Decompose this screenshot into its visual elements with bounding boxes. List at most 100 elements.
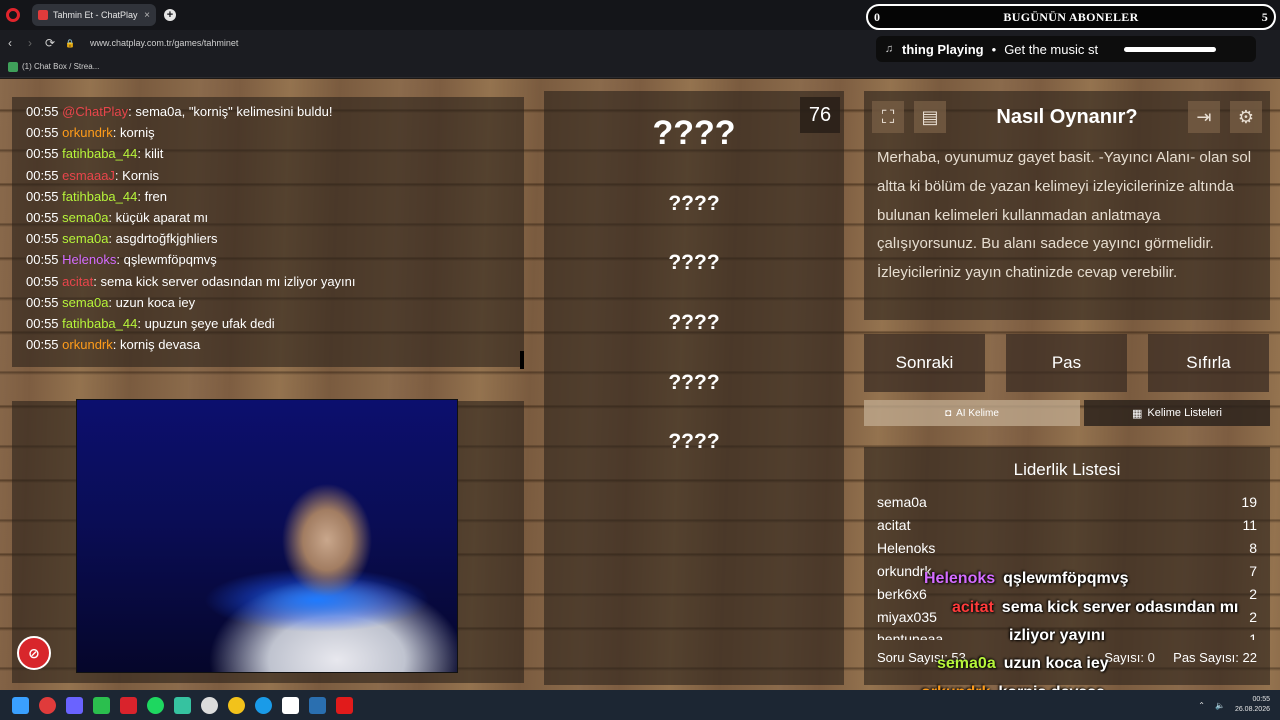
chat-username: Helenoks <box>62 252 117 268</box>
app-green-icon[interactable] <box>174 696 191 714</box>
whatsapp-icon[interactable] <box>93 696 110 714</box>
leaderboard-score: 2 <box>1249 609 1257 625</box>
next-button[interactable]: Sonraki <box>864 334 985 392</box>
reload-button[interactable]: ⟳ <box>40 36 60 50</box>
chat-username: sema0a <box>62 231 109 247</box>
leaderboard-name: sema0a <box>877 494 927 510</box>
new-tab-button[interactable]: + <box>164 9 176 21</box>
opera-taskbar-icon[interactable] <box>39 696 56 714</box>
leaderboard-score: 7 <box>1249 563 1257 579</box>
tray-chevron-icon[interactable]: ⌃ <box>1198 701 1205 710</box>
leaderboard-name: acitat <box>877 517 911 533</box>
chat-scrollbar[interactable] <box>520 351 524 369</box>
robot-icon: ◘ <box>945 407 952 419</box>
edge-icon[interactable] <box>255 696 272 714</box>
word-lists-label: Kelime Listeleri <box>1147 407 1222 419</box>
back-button[interactable]: ‹ <box>0 36 20 50</box>
leaderboard-score: 1 <box>1249 631 1257 640</box>
howto-text: Merhaba, oyunumuz gayet basit. -Yayıncı … <box>877 149 1252 282</box>
record-stop-button[interactable]: ⊘ <box>17 636 51 670</box>
chat-message: 00:55 esmaaaJ: Kornis <box>26 165 510 186</box>
lock-icon: 🔒 <box>65 38 75 48</box>
chat-message: 00:55 fatihbaba_44: fren <box>26 186 510 207</box>
browser-tab[interactable]: Tahmin Et - ChatPlay × <box>32 4 156 26</box>
forbidden-word: ???? <box>668 192 720 215</box>
ai-word-button[interactable]: ◘ AI Kelime <box>864 400 1080 426</box>
chat-username: @ChatPlay <box>62 104 129 119</box>
separator-dot: • <box>991 41 997 57</box>
opera-logo-icon[interactable] <box>6 8 20 22</box>
leaderboard-score: 11 <box>1242 517 1257 533</box>
forbidden-word: ???? <box>668 251 720 274</box>
settings-gear-icon[interactable]: ⚙ <box>1230 101 1262 133</box>
chat-message: 00:55 @ChatPlay: sema0a, "korniş" kelime… <box>26 101 510 122</box>
pass-count: Pas Sayısı: 22 <box>1173 650 1257 665</box>
chat-username: orkundrk <box>62 125 113 141</box>
chat-lines: 00:55 @ChatPlay: sema0a, "korniş" kelime… <box>26 101 510 355</box>
chat-message: 00:55 fatihbaba_44: kilit <box>26 143 510 164</box>
chat-time: 00:55 <box>26 316 59 332</box>
forbidden-word: ???? <box>668 371 720 394</box>
windows-taskbar: ⌃ 🔈 00:55 26.08.2026 <box>0 690 1280 720</box>
windows-start-icon[interactable] <box>12 696 29 714</box>
forward-button[interactable]: › <box>20 36 40 50</box>
bookmark-chatbox[interactable]: (1) Chat Box / Strea... <box>22 62 99 71</box>
leaderboard-name: miyax035 <box>877 609 937 625</box>
youtube-icon[interactable] <box>336 696 353 714</box>
close-tab-icon[interactable]: × <box>144 10 150 21</box>
chat-text: : korniş devasa <box>112 337 201 353</box>
clock-time: 00:55 <box>1252 696 1270 703</box>
chat-username: esmaaaJ <box>62 167 115 183</box>
pass-button[interactable]: Pas <box>1006 334 1127 392</box>
spotify-icon[interactable] <box>147 696 164 714</box>
chat-message: 00:55 Helenoks: qşlewmföpqmvş <box>26 249 510 270</box>
volume-icon[interactable]: 🔈 <box>1215 701 1225 710</box>
chat-text: : sema0a, "korniş" kelimesini buldu! <box>128 104 333 119</box>
chat-username: fatihbaba_44 <box>62 146 138 162</box>
chat-time: 00:55 <box>26 252 59 268</box>
leaderboard-row: sema0a 19 <box>877 494 1257 510</box>
clock[interactable]: 00:55 26.08.2026 <box>1235 695 1270 715</box>
obs-icon[interactable] <box>201 696 218 714</box>
webcam-feed <box>76 399 458 673</box>
word-lists-button[interactable]: ▦ Kelime Listeleri <box>1084 400 1270 426</box>
leaderboard-name: bentuneaa <box>877 631 944 640</box>
chat-message: 00:55 orkundrk: korniş devasa <box>26 334 510 355</box>
leaderboard-score: 8 <box>1249 540 1257 556</box>
overlay-chat-username: acitat <box>952 599 994 616</box>
chat-time: 00:55 <box>26 273 59 289</box>
chat-message: 00:55 acitat: sema kick server odasından… <box>26 271 510 292</box>
howto-title: Nasıl Oynanır? <box>996 106 1138 128</box>
steam-icon[interactable] <box>309 696 326 714</box>
leaderboard-row: Helenoks 8 <box>877 540 1257 556</box>
chat-time: 00:55 <box>26 294 59 310</box>
chrome-icon[interactable] <box>228 696 245 714</box>
subscriber-bar: 0 BUGÜNÜN ABONELER 5 <box>866 4 1276 30</box>
main-word: ???? <box>652 114 736 152</box>
chat-message: 00:55 sema0a: asgdrtoğfkjghliers <box>26 228 510 249</box>
fullscreen-icon[interactable]: ⛶ <box>872 101 904 133</box>
chat-time: 00:55 <box>26 188 59 204</box>
bookmark-icon <box>8 61 18 72</box>
chat-time: 00:55 <box>26 167 59 183</box>
leaderboard-score: 2 <box>1249 586 1257 602</box>
discord-icon[interactable] <box>66 696 83 714</box>
app-red-icon[interactable] <box>120 696 137 714</box>
reset-button[interactable]: Sıfırla <box>1148 334 1269 392</box>
overlay-chat-message: sema0a uzun koca iey <box>937 655 1109 673</box>
forbidden-word: ???? <box>668 430 720 453</box>
tab-title: Tahmin Et - ChatPlay <box>53 10 138 20</box>
overlay-chat-message: Helenoks qşlewmföpqmvş <box>924 570 1129 588</box>
url-field[interactable]: www.chatplay.com.tr/games/tahminet <box>90 38 238 48</box>
chat-text: : fren <box>137 188 167 204</box>
ai-word-label: AI Kelime <box>956 407 999 419</box>
overlay-chat-text: qşlewmföpqmvş <box>1003 570 1129 587</box>
leaderboard-name: Helenoks <box>877 540 936 556</box>
overlay-chat-message: izliyor yayını <box>1009 627 1105 645</box>
chat-text: : kilit <box>137 146 164 162</box>
leaderboard-score: 19 <box>1241 494 1257 510</box>
chat-text: : sema kick server odasından mı izliyor … <box>93 273 356 289</box>
now-playing-bar: ♫ thing Playing • Get the music st <box>876 36 1256 62</box>
yandex-icon[interactable] <box>282 696 299 714</box>
correct-count: Sayısı: 0 <box>1104 650 1155 665</box>
